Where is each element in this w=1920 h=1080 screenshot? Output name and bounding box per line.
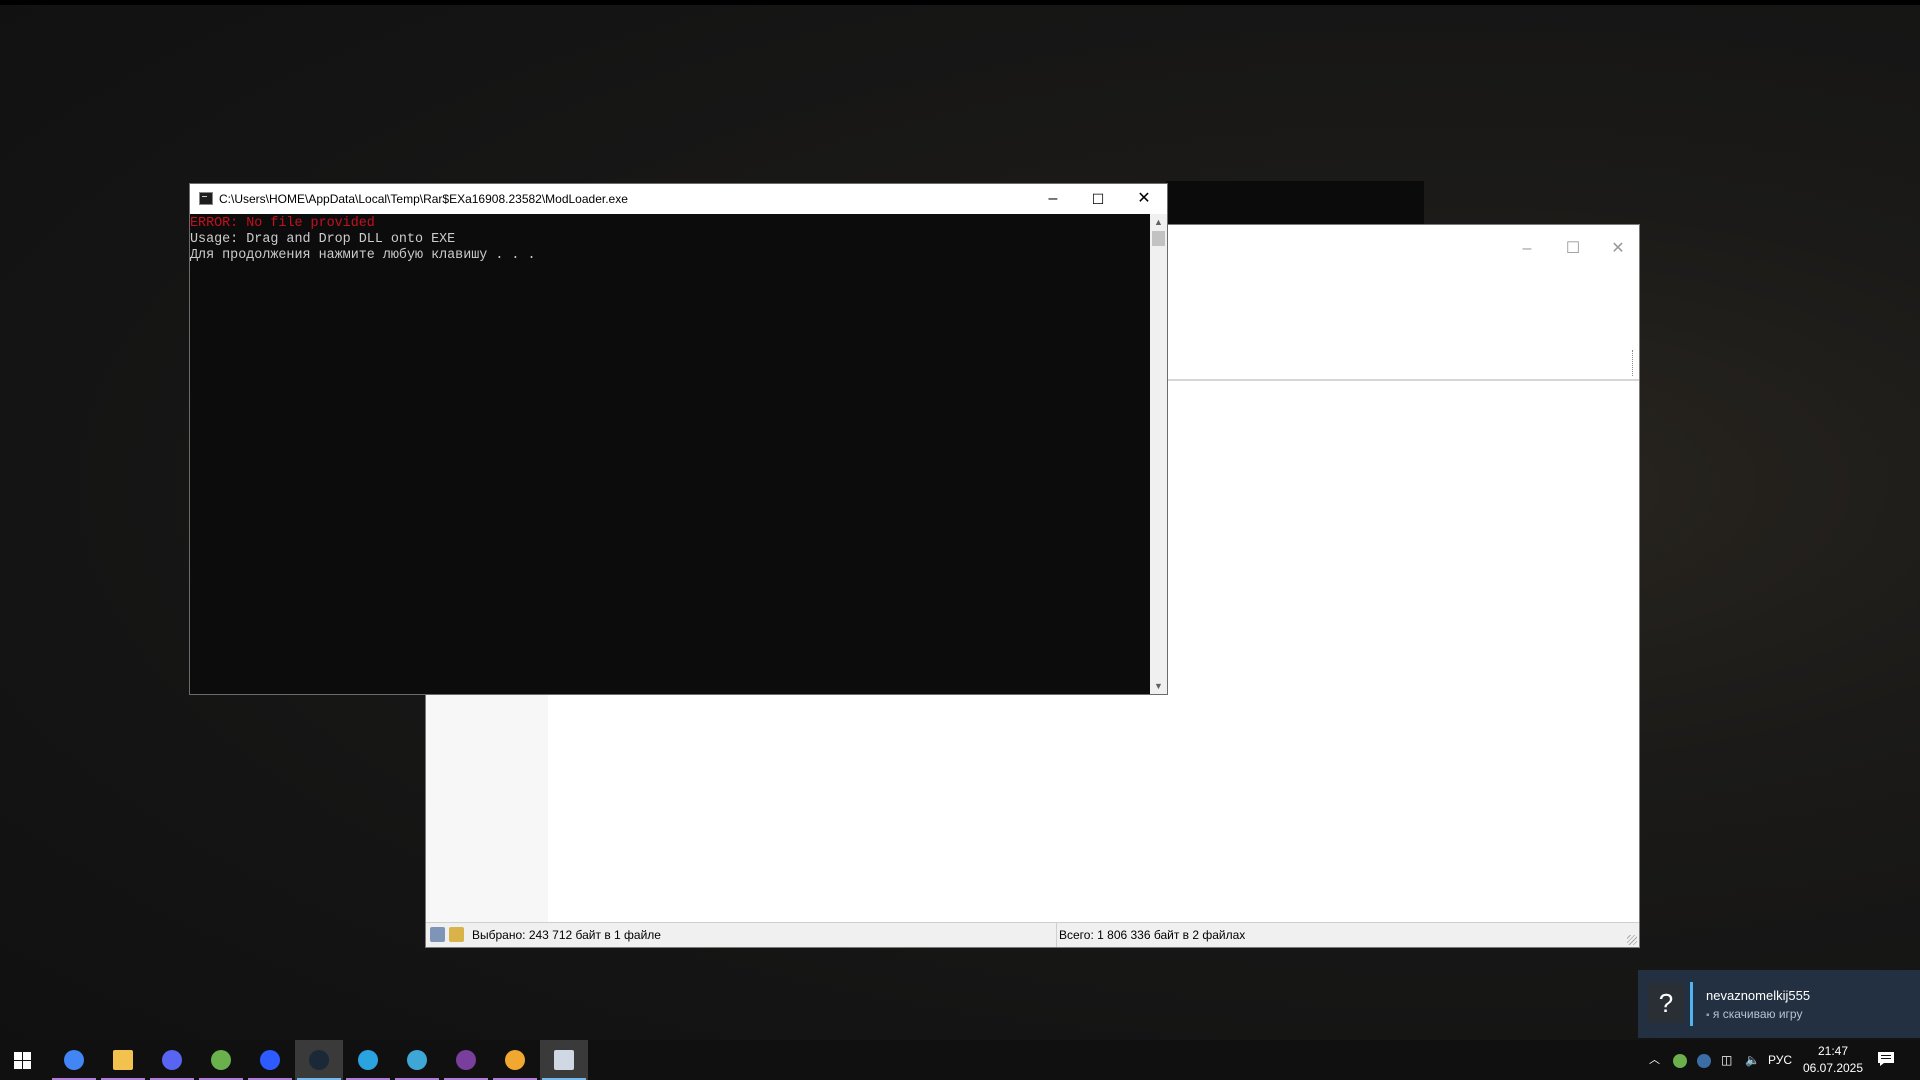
- taskbar-button[interactable]: [491, 1040, 539, 1080]
- taskbar-button[interactable]: [295, 1040, 343, 1080]
- console-scrollbar[interactable]: ▲ ▼: [1150, 214, 1167, 694]
- volume-icon[interactable]: 🔈: [1745, 1040, 1760, 1080]
- console-window: C:\Users\HOME\AppData\Local\Temp\Rar$EXa…: [189, 183, 1168, 695]
- steam-icon: [309, 1050, 329, 1070]
- chrome-icon: [64, 1050, 84, 1070]
- taskbar-button[interactable]: [442, 1040, 490, 1080]
- chat-bubble-icon: ▪: [1706, 1010, 1710, 1021]
- clock-time: 21:47: [1817, 1044, 1849, 1058]
- archiver-status-bar: Выбрано: 243 712 байт в 1 файле Всего: 1…: [426, 922, 1639, 947]
- tray-utorrent-icon[interactable]: [1673, 1040, 1687, 1080]
- notification-message: ▪ я скачиваю игру: [1706, 1007, 1802, 1021]
- scroll-up-arrow-icon[interactable]: ▲: [1150, 214, 1167, 230]
- taskbar: ︿ ◫ 🔈 РУС 21:47 06.07.2025: [0, 1040, 1920, 1080]
- status-selected-section: Выбрано: 243 712 байт в 1 файле: [426, 923, 1057, 947]
- scrollbar-thumb[interactable]: [1152, 231, 1165, 246]
- minimize-button[interactable]: –: [1031, 185, 1075, 213]
- maximize-button[interactable]: ☐: [1552, 235, 1594, 263]
- notification-message-text: я скачиваю игру: [1712, 1007, 1803, 1021]
- taskbar-button[interactable]: [246, 1040, 294, 1080]
- console-line: ERROR: No file provided: [190, 216, 375, 231]
- utorrent-icon: [211, 1050, 231, 1070]
- action-center-icon[interactable]: [1876, 1050, 1896, 1068]
- taskbar-button[interactable]: [50, 1040, 98, 1080]
- console-app-icon: [554, 1050, 574, 1070]
- resize-grip[interactable]: [1627, 935, 1637, 945]
- maximize-button[interactable]: ☐: [1076, 185, 1120, 213]
- start-button[interactable]: [14, 1052, 31, 1069]
- clock-date: 06.07.2025: [1802, 1061, 1864, 1075]
- console-line: Usage: Drag and Drop DLL onto EXE: [190, 232, 456, 247]
- drive-icon[interactable]: [430, 927, 445, 942]
- console-app-icon: [199, 192, 213, 205]
- scroll-down-arrow-icon[interactable]: ▼: [1150, 678, 1167, 694]
- telegram-icon: [358, 1050, 378, 1070]
- file-explorer-icon: [113, 1050, 133, 1070]
- close-button[interactable]: ✕: [1597, 235, 1639, 263]
- launcher-icon: [407, 1050, 427, 1070]
- close-button[interactable]: ✕: [1122, 185, 1166, 213]
- unknown-avatar-icon: ?: [1648, 983, 1684, 1023]
- clock[interactable]: 21:47 06.07.2025: [1796, 1040, 1870, 1080]
- taskbar-button[interactable]: [540, 1040, 588, 1080]
- network-icon[interactable]: ◫: [1721, 1040, 1732, 1080]
- background-window-edge: [1166, 181, 1424, 226]
- notification-username: nevaznomelkij555: [1706, 988, 1811, 1003]
- console-line: Для продолжения нажмите любую клавишу . …: [190, 248, 536, 263]
- console-title-bar[interactable]: C:\Users\HOME\AppData\Local\Temp\Rar$EXa…: [190, 184, 1167, 214]
- discord-icon: [162, 1050, 182, 1070]
- game-mascot-icon: [505, 1050, 525, 1070]
- status-accent-bar: [1690, 982, 1693, 1026]
- console-output[interactable]: ERROR: No file provided Usage: Drag and …: [190, 214, 1150, 694]
- status-total-text: Всего: 1 806 336 байт в 2 файлах: [1059, 928, 1246, 942]
- steam-notification[interactable]: ? nevaznomelkij555 ▪ я скачиваю игру: [1638, 970, 1920, 1038]
- taskbar-button[interactable]: [99, 1040, 147, 1080]
- console-title: C:\Users\HOME\AppData\Local\Temp\Rar$EXa…: [219, 192, 628, 206]
- taskbar-button[interactable]: [197, 1040, 245, 1080]
- status-selected-text: Выбрано: 243 712 байт в 1 файле: [472, 928, 661, 942]
- taskbar-button[interactable]: [344, 1040, 392, 1080]
- show-hidden-icons-button[interactable]: ︿: [1649, 1040, 1660, 1080]
- screen-top-edge: [0, 0, 1920, 5]
- winrar-icon: [456, 1050, 476, 1070]
- lock-archive-icon[interactable]: [449, 927, 464, 942]
- language-indicator[interactable]: РУС: [1768, 1040, 1792, 1080]
- tray-steam-icon[interactable]: [1697, 1040, 1711, 1080]
- taskbar-button[interactable]: [393, 1040, 441, 1080]
- taskbar-button[interactable]: [148, 1040, 196, 1080]
- minimize-button[interactable]: –: [1506, 235, 1548, 263]
- toolbar-grip[interactable]: [1632, 350, 1635, 376]
- xbox-app-icon: [260, 1050, 280, 1070]
